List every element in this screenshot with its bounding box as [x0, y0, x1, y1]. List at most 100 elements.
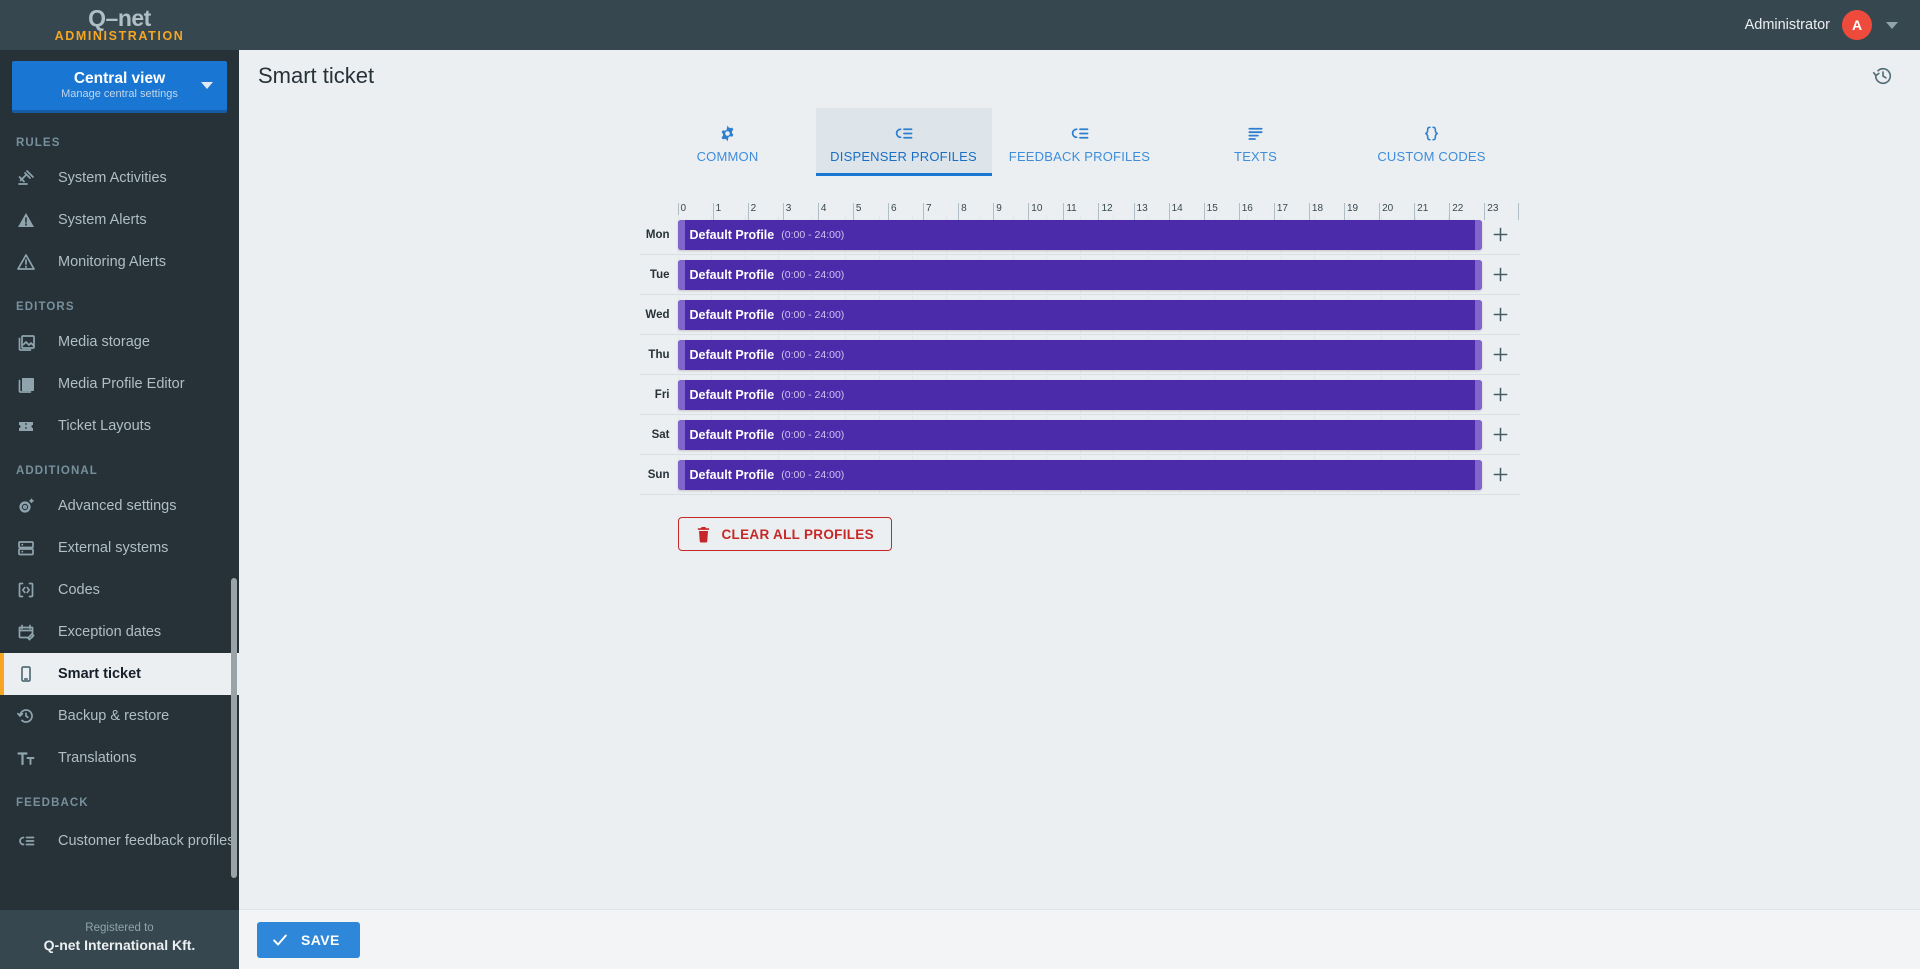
- mobile-icon: [16, 662, 46, 686]
- day-track[interactable]: Default Profile (0:00 - 24:00): [677, 214, 1482, 255]
- profile-time-range: (0:00 - 24:00): [781, 228, 845, 241]
- hour-tick: 10: [1028, 203, 1063, 220]
- profile-bar[interactable]: Default Profile (0:00 - 24:00): [677, 299, 1482, 330]
- clear-all-profiles-button[interactable]: CLEAR ALL PROFILES: [677, 517, 892, 551]
- sidebar-item-media-storage[interactable]: Media storage: [0, 321, 239, 363]
- day-track[interactable]: Default Profile (0:00 - 24:00): [677, 454, 1482, 495]
- tab-label: CUSTOM CODES: [1377, 149, 1486, 164]
- tab-custom-codes[interactable]: CUSTOM CODES: [1344, 108, 1520, 176]
- avatar[interactable]: A: [1842, 10, 1872, 40]
- sidebar-nav: RULES System Activities System Alerts Mo…: [0, 113, 239, 910]
- sidebar-item-advanced-settings[interactable]: Advanced settings: [0, 485, 239, 527]
- sidebar-item-codes[interactable]: Codes: [0, 569, 239, 611]
- hour-tick: 12: [1098, 203, 1133, 220]
- plus-icon[interactable]: [1482, 426, 1520, 443]
- hour-ruler: 0 1 2 3 4 5 6 7 8 9 10 11 12 13 14 15 16 17 18 19 20 21 22 23: [677, 198, 1520, 220]
- ticket-icon: [16, 414, 46, 438]
- sidebar: Q–net ADMINISTRATION Central view Manage…: [0, 0, 239, 969]
- profile-bar[interactable]: Default Profile (0:00 - 24:00): [677, 379, 1482, 410]
- profile-bar[interactable]: Default Profile (0:00 - 24:00): [677, 219, 1482, 250]
- profile-bar[interactable]: Default Profile (0:00 - 24:00): [677, 459, 1482, 490]
- dispenser-schedule: 0 1 2 3 4 5 6 7 8 9 10 11 12 13 14 15 16 17 18 19 20 21 22 23 M…: [639, 198, 1520, 551]
- day-track[interactable]: Default Profile (0:00 - 24:00): [677, 254, 1482, 295]
- day-label: Thu: [648, 348, 670, 361]
- plus-icon[interactable]: [1482, 346, 1520, 363]
- profile-list-icon: [1069, 120, 1090, 146]
- sidebar-scrollbar[interactable]: [231, 578, 237, 878]
- sidebar-item-translations[interactable]: Translations: [0, 737, 239, 779]
- profile-time-range: (0:00 - 24:00): [781, 388, 845, 401]
- server-icon: [16, 536, 46, 560]
- sidebar-item-system-alerts[interactable]: System Alerts: [0, 199, 239, 241]
- plus-icon[interactable]: [1482, 266, 1520, 283]
- day-track[interactable]: Default Profile (0:00 - 24:00): [677, 414, 1482, 455]
- sidebar-item-label: Translations: [58, 749, 137, 766]
- hour-tick: 19: [1343, 203, 1379, 220]
- sidebar-item-media-profile-editor[interactable]: Media Profile Editor: [0, 363, 239, 405]
- profile-bar[interactable]: Default Profile (0:00 - 24:00): [677, 419, 1482, 450]
- image-folder-icon: [16, 372, 46, 396]
- day-label: Fri: [654, 388, 670, 401]
- profile-name: Default Profile: [689, 387, 775, 402]
- hour-tick: 4: [817, 203, 853, 220]
- sidebar-item-monitoring-alerts[interactable]: Monitoring Alerts: [0, 241, 239, 283]
- tab-feedback-profiles[interactable]: FEEDBACK PROFILES: [992, 108, 1168, 176]
- profile-name: Default Profile: [689, 227, 775, 242]
- day-track[interactable]: Default Profile (0:00 - 24:00): [677, 294, 1482, 335]
- hour-tick: 17: [1273, 203, 1309, 220]
- sidebar-item-label: Customer feedback profiles: [58, 832, 235, 849]
- sidebar-item-system-activities[interactable]: System Activities: [0, 157, 239, 199]
- day-label: Wed: [645, 308, 670, 321]
- schedule-row: Thu Default Profile (0:00 - 24:00): [639, 334, 1520, 375]
- plus-icon[interactable]: [1482, 466, 1520, 483]
- sidebar-item-external-systems[interactable]: External systems: [0, 527, 239, 569]
- sidebar-item-exception-dates[interactable]: Exception dates: [0, 611, 239, 653]
- hour-tick: 22: [1449, 203, 1484, 220]
- profile-bar[interactable]: Default Profile (0:00 - 24:00): [677, 339, 1482, 370]
- text-lines-icon: [1246, 120, 1265, 146]
- sidebar-item-customer-feedback-profiles[interactable]: Customer feedback profiles: [0, 817, 239, 865]
- profile-time-range: (0:00 - 24:00): [781, 308, 845, 321]
- top-bar: Administrator A: [239, 0, 1920, 50]
- day-label: Mon: [645, 228, 670, 241]
- sidebar-item-ticket-layouts[interactable]: Ticket Layouts: [0, 405, 239, 447]
- central-view-title: Central view: [73, 70, 166, 87]
- profile-time-range: (0:00 - 24:00): [781, 428, 845, 441]
- tab-common[interactable]: COMMON: [640, 108, 816, 176]
- sidebar-section-feedback: FEEDBACK: [16, 797, 89, 809]
- tab-texts[interactable]: TEXTS: [1168, 108, 1344, 176]
- tab-dispenser-profiles[interactable]: DISPENSER PROFILES: [815, 108, 992, 176]
- profile-bar[interactable]: Default Profile (0:00 - 24:00): [677, 259, 1482, 290]
- sidebar-item-label: Ticket Layouts: [58, 417, 151, 434]
- sidebar-item-smart-ticket[interactable]: Smart ticket: [0, 653, 239, 695]
- day-track[interactable]: Default Profile (0:00 - 24:00): [677, 334, 1482, 375]
- hour-tick: 9: [993, 203, 1028, 220]
- gear-sparkle-icon: [16, 494, 46, 518]
- central-view-subtitle: Manage central settings: [61, 88, 178, 100]
- day-track[interactable]: Default Profile (0:00 - 24:00): [677, 374, 1482, 415]
- chevron-down-icon: [201, 82, 213, 89]
- content-area: Smart ticket COMMON DISPENSER PROFILES F…: [239, 50, 1920, 969]
- central-view-selector[interactable]: Central view Manage central settings: [12, 61, 227, 113]
- registered-to-block: Registered to Q-net International Kft.: [0, 910, 239, 969]
- plus-icon[interactable]: [1482, 386, 1520, 403]
- schedule-row: Fri Default Profile (0:00 - 24:00): [639, 374, 1520, 415]
- tab-label: TEXTS: [1234, 149, 1277, 164]
- hour-tick: 18: [1308, 203, 1344, 220]
- profile-name: Default Profile: [689, 467, 775, 482]
- save-button[interactable]: SAVE: [257, 921, 360, 958]
- chevron-down-icon[interactable]: [1886, 21, 1898, 29]
- sidebar-item-label: Monitoring Alerts: [58, 253, 166, 270]
- plus-icon[interactable]: [1482, 306, 1520, 323]
- application-root: Q–net ADMINISTRATION Central view Manage…: [0, 0, 1920, 969]
- history-clock-icon[interactable]: [1868, 61, 1898, 91]
- calendar-edit-icon: [16, 620, 46, 644]
- code-brackets-icon: [16, 578, 46, 602]
- plus-icon[interactable]: [1482, 226, 1520, 243]
- hour-tick: 14: [1168, 203, 1204, 220]
- sidebar-item-backup-restore[interactable]: Backup & restore: [0, 695, 239, 737]
- day-label: Sun: [647, 468, 670, 481]
- restore-clock-icon: [16, 704, 46, 728]
- hour-tick: 2: [747, 203, 783, 220]
- profile-name: Default Profile: [689, 347, 775, 362]
